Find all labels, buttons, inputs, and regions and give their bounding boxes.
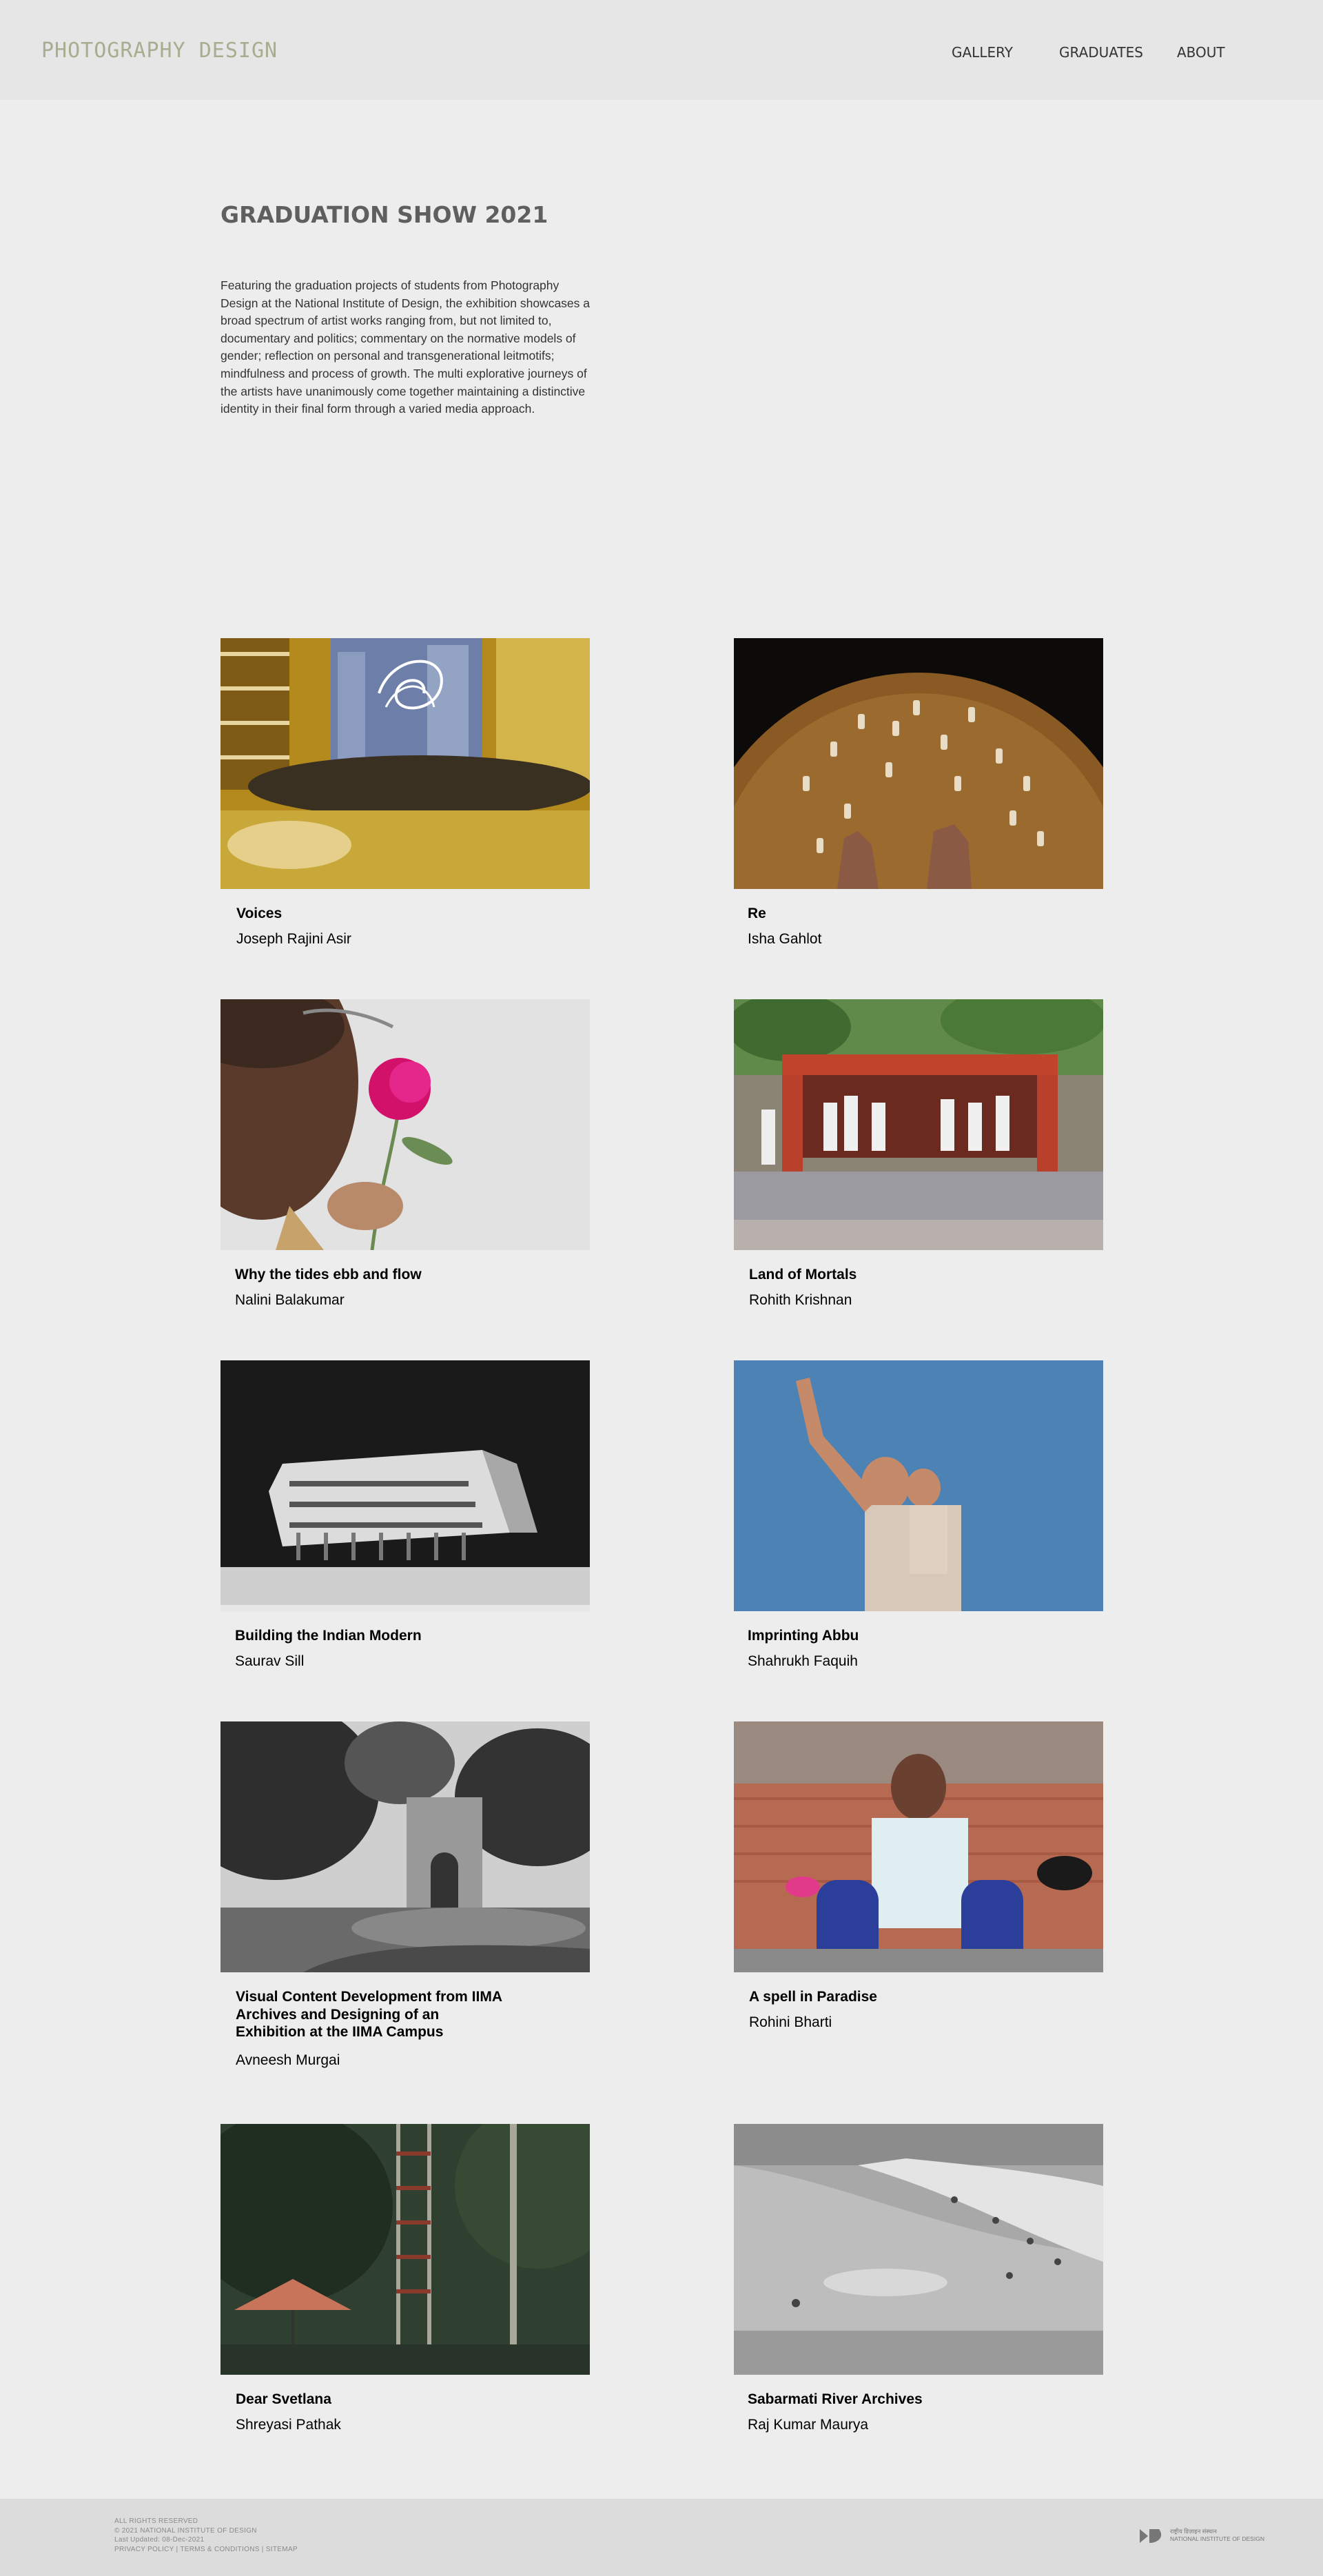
project-card[interactable]: Visual Content Development from IIMA Arc… — [220, 1721, 590, 2068]
project-thumbnail[interactable] — [220, 1721, 590, 1972]
project-thumbnail[interactable] — [220, 1360, 590, 1611]
project-author[interactable]: Raj Kumar Maurya — [748, 2417, 868, 2433]
project-author[interactable]: Saurav Sill — [235, 1653, 304, 1670]
nav-gallery[interactable]: GALLERY — [952, 44, 1013, 61]
nid-logo-hindi: राष्ट्रीय डिज़ाइन संस्थान — [1170, 2528, 1217, 2535]
project-title[interactable]: Sabarmati River Archives — [748, 2391, 1023, 2409]
project-thumbnail[interactable] — [734, 2124, 1103, 2375]
nid-logo-icon — [1140, 2529, 1162, 2543]
project-title[interactable]: A spell in Paradise — [749, 1988, 1025, 2006]
project-author[interactable]: Avneesh Murgai — [236, 2052, 340, 2069]
project-card[interactable]: Voices Joseph Rajini Asir — [220, 638, 590, 947]
project-author[interactable]: Rohith Krishnan — [749, 1292, 852, 1309]
project-author[interactable]: Shreyasi Pathak — [236, 2417, 341, 2433]
nav-graduates[interactable]: GRADUATES — [1059, 44, 1143, 61]
project-thumbnail[interactable] — [734, 999, 1103, 1250]
project-title[interactable]: Land of Mortals — [749, 1266, 1025, 1284]
nid-logo[interactable]: राष्ट्रीय डिज़ाइन संस्थान NATIONAL INSTI… — [1138, 2526, 1264, 2550]
project-author[interactable]: Nalini Balakumar — [235, 1292, 345, 1309]
project-author[interactable]: Isha Gahlot — [748, 931, 821, 948]
project-card[interactable]: Imprinting Abbu Shahrukh Faquih — [734, 1360, 1103, 1669]
project-thumbnail[interactable] — [220, 2124, 590, 2375]
project-title[interactable]: Imprinting Abbu — [748, 1627, 1023, 1645]
project-title[interactable]: Dear Svetlana — [236, 2391, 511, 2409]
project-title[interactable]: Voices — [236, 905, 512, 923]
page-title: GRADUATION SHOW 2021 — [220, 201, 548, 228]
project-author[interactable]: Joseph Rajini Asir — [236, 931, 351, 948]
project-card[interactable]: A spell in Paradise Rohini Bharti — [734, 1721, 1103, 2030]
project-card[interactable]: Why the tides ebb and flow Nalini Balaku… — [220, 999, 590, 1308]
nid-logo-text: राष्ट्रीय डिज़ाइन संस्थान NATIONAL INSTI… — [1170, 2528, 1264, 2543]
project-title[interactable]: Visual Content Development from IIMA Arc… — [236, 1988, 511, 2041]
project-author[interactable]: Shahrukh Faquih — [748, 1653, 858, 1670]
site-header: PHOTOGRAPHY DESIGN GALLERY GRADUATES ABO… — [0, 0, 1323, 100]
project-card[interactable]: Land of Mortals Rohith Krishnan — [734, 999, 1103, 1308]
footer-links[interactable]: PRIVACY POLICY | TERMS & CONDITIONS | SI… — [114, 2545, 298, 2555]
project-title[interactable]: Re — [748, 905, 1023, 923]
project-card[interactable]: Sabarmati River Archives Raj Kumar Maury… — [734, 2124, 1103, 2433]
project-card[interactable]: Re Isha Gahlot — [734, 638, 1103, 947]
project-thumbnail[interactable] — [220, 999, 590, 1250]
project-title[interactable]: Why the tides ebb and flow — [235, 1266, 511, 1284]
project-card[interactable]: Building the Indian Modern Saurav Sill — [220, 1360, 590, 1669]
project-title[interactable]: Building the Indian Modern — [235, 1627, 511, 1645]
copyright-text: © 2021 NATIONAL INSTITUTE OF DESIGN — [114, 2526, 257, 2535]
rights-text: ALL RIGHTS RESERVED — [114, 2517, 198, 2525]
project-thumbnail[interactable] — [734, 638, 1103, 889]
site-logo[interactable]: PHOTOGRAPHY DESIGN — [41, 39, 278, 63]
nid-logo-english: NATIONAL INSTITUTE OF DESIGN — [1170, 2535, 1264, 2542]
last-updated-text: Last Updated: 08-Dec-2021 — [114, 2536, 205, 2544]
site-footer: ALL RIGHTS RESERVED © 2021 NATIONAL INST… — [0, 2499, 1323, 2576]
footer-info: ALL RIGHTS RESERVED © 2021 NATIONAL INST… — [114, 2517, 298, 2554]
nav-about[interactable]: ABOUT — [1177, 44, 1225, 61]
project-author[interactable]: Rohini Bharti — [749, 2014, 832, 2031]
project-thumbnail[interactable] — [220, 638, 590, 889]
project-card[interactable]: Dear Svetlana Shreyasi Pathak — [220, 2124, 590, 2433]
intro-text: Featuring the graduation projects of stu… — [220, 278, 591, 416]
project-thumbnail[interactable] — [734, 1360, 1103, 1611]
project-thumbnail[interactable] — [734, 1721, 1103, 1972]
